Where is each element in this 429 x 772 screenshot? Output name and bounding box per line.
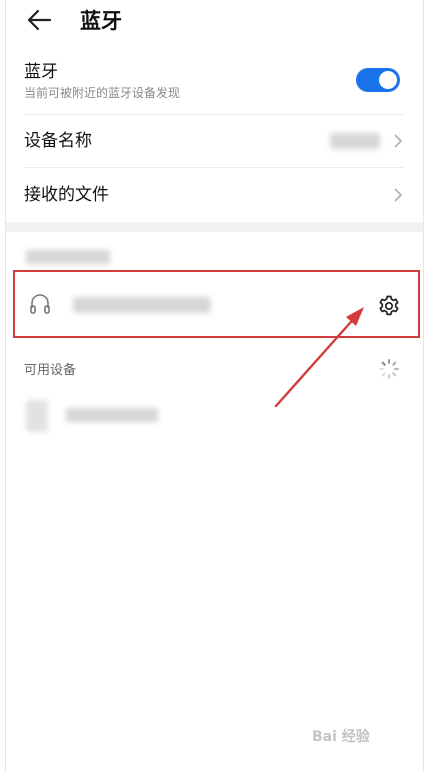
bluetooth-label: 蓝牙 — [24, 62, 58, 82]
available-device-icon-redacted — [26, 400, 48, 432]
bluetooth-toggle-switch[interactable] — [356, 68, 400, 92]
loading-spinner-icon — [379, 359, 399, 379]
device-name-value-redacted — [330, 133, 380, 149]
bluetooth-visibility-subtitle: 当前可被附近的蓝牙设备发现 — [24, 86, 181, 100]
divider — [24, 114, 404, 115]
paired-device-item[interactable] — [13, 270, 420, 338]
available-device-name-redacted — [66, 408, 158, 422]
toggle-knob — [379, 71, 397, 89]
device-name-label: 设备名称 — [24, 131, 92, 151]
divider — [24, 167, 404, 168]
frame-border-left — [5, 0, 6, 772]
paired-section-title-redacted — [26, 250, 110, 264]
app-header: 蓝牙 — [10, 0, 420, 44]
chevron-right-icon — [394, 134, 403, 148]
received-files-label: 接收的文件 — [24, 185, 109, 205]
headphone-icon — [30, 294, 50, 314]
chevron-right-icon — [394, 188, 403, 202]
available-device-item[interactable] — [10, 392, 420, 440]
section-gap — [6, 222, 423, 232]
watermark: Bai 经验 — [312, 729, 370, 745]
available-devices-title: 可用设备 — [24, 363, 77, 378]
paired-device-name-redacted — [73, 297, 211, 313]
received-files-row[interactable]: 接收的文件 — [10, 169, 420, 221]
arrow-left-icon[interactable] — [26, 8, 52, 32]
page-title: 蓝牙 — [80, 9, 122, 33]
frame-border-right — [423, 0, 424, 772]
gear-icon[interactable] — [377, 294, 401, 318]
